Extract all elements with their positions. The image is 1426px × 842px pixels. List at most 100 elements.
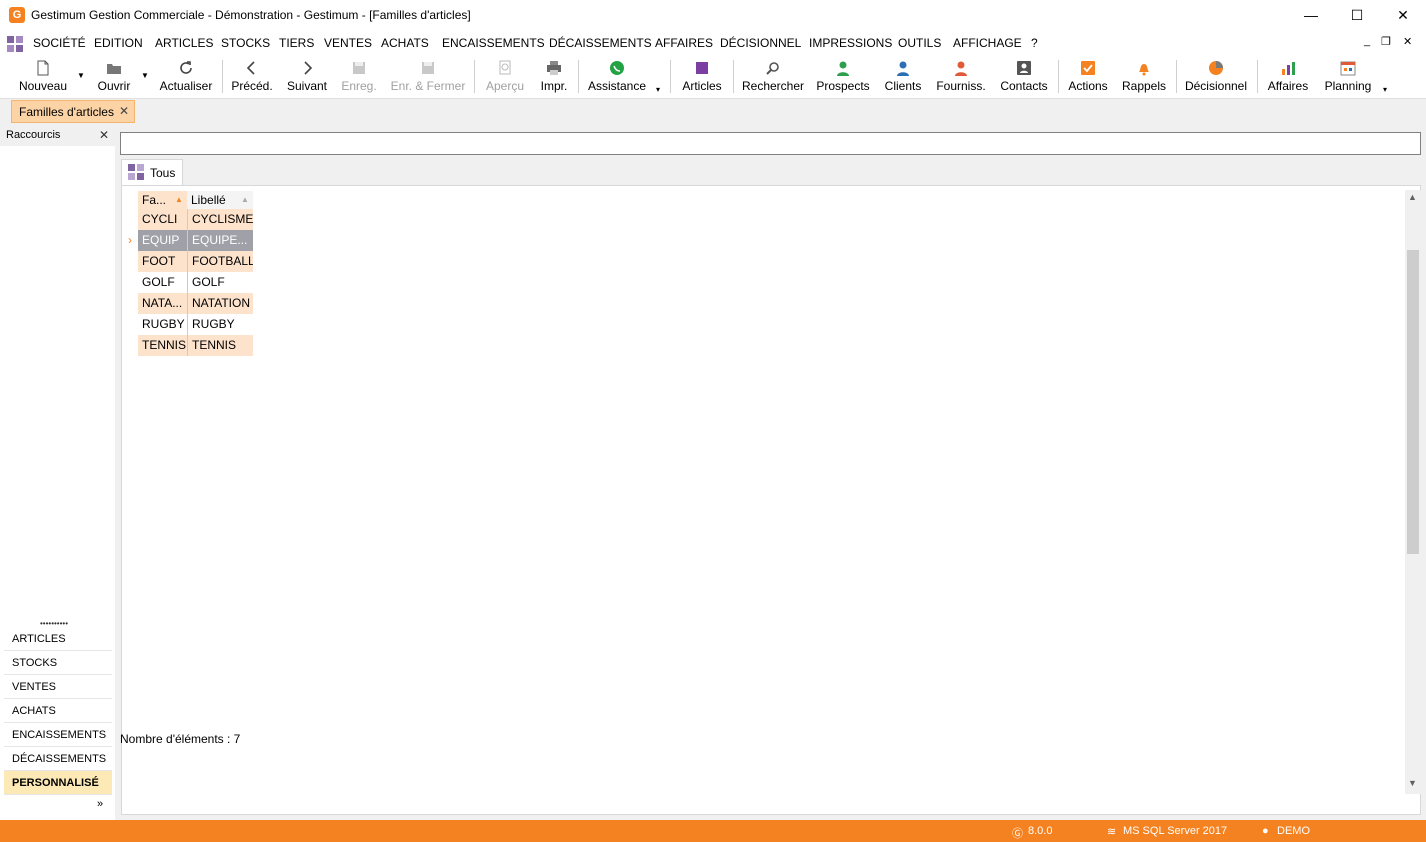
imprimer-button[interactable]: Impr. <box>534 55 574 98</box>
cell-famille[interactable]: NATA... <box>138 293 187 314</box>
menu-outils[interactable]: OUTILS <box>898 36 941 50</box>
client-person-icon <box>897 61 909 76</box>
cell-famille[interactable]: TENNIS <box>138 335 187 356</box>
document-tab-familles[interactable]: Familles d'articles ✕ <box>11 100 135 123</box>
apercu-button[interactable]: Aperçu <box>482 55 528 98</box>
column-header-famille[interactable]: Fa... ▲ <box>138 191 187 209</box>
cell-libelle[interactable]: EQUIPE... <box>187 230 253 251</box>
cell-famille[interactable]: FOOT <box>138 251 187 272</box>
menu-affichage[interactable]: AFFICHAGE <box>953 36 1022 50</box>
table-row[interactable]: RUGBY RUGBY <box>138 314 253 335</box>
current-row-indicator-icon: › <box>128 233 132 247</box>
nav-item-decaissements[interactable]: DÉCAISSEMENTS <box>4 747 112 771</box>
nouveau-dropdown-icon[interactable]: ▼ <box>77 71 85 80</box>
preview-icon <box>499 60 511 75</box>
menu-achats[interactable]: ACHATS <box>381 36 429 50</box>
nav-item-ventes[interactable]: VENTES <box>4 675 112 699</box>
menu-bar: SOCIÉTÉ EDITION ARTICLES STOCKS TIERS VE… <box>0 31 1426 55</box>
decisionnel-button[interactable]: Décisionnel <box>1182 55 1250 98</box>
assistance-button[interactable]: Assistance <box>584 55 650 98</box>
cell-libelle[interactable]: NATATION <box>187 293 253 314</box>
nav-item-achats[interactable]: ACHATS <box>4 699 112 723</box>
precedent-button[interactable]: Précéd. <box>229 55 275 98</box>
ouvrir-dropdown-icon[interactable]: ▼ <box>141 71 149 80</box>
contacts-button[interactable]: Contacts <box>996 55 1052 98</box>
scroll-down-icon[interactable]: ▼ <box>1408 778 1417 788</box>
nav-more-chevron-icon[interactable]: » <box>97 798 103 810</box>
menu-decaissements[interactable]: DÉCAISSEMENTS <box>549 36 652 50</box>
menu-tiers[interactable]: TIERS <box>279 36 314 50</box>
fournisseurs-button[interactable]: Fourniss. <box>932 55 990 98</box>
cell-famille[interactable]: CYCLI <box>138 209 187 230</box>
cell-libelle[interactable]: FOOTBALL <box>187 251 253 272</box>
menu-articles[interactable]: ARTICLES <box>155 36 213 50</box>
table-row[interactable]: FOOT FOOTBALL <box>138 251 253 272</box>
chevron-right-icon <box>304 61 313 75</box>
suivant-button[interactable]: Suivant <box>284 55 330 98</box>
column-header-libelle[interactable]: Libellé ▲ <box>187 191 253 209</box>
menu-affaires[interactable]: AFFAIRES <box>655 36 713 50</box>
table-row[interactable]: CYCLI CYCLISME <box>138 209 253 230</box>
supplier-person-icon <box>955 61 967 76</box>
rechercher-button[interactable]: Rechercher <box>740 55 806 98</box>
table-row[interactable]: TENNIS TENNIS <box>138 335 253 356</box>
app-menu-icon[interactable] <box>7 36 23 52</box>
close-tab-icon[interactable]: ✕ <box>119 104 129 118</box>
nav-item-stocks[interactable]: STOCKS <box>4 651 112 675</box>
table-row[interactable]: NATA... NATATION <box>138 293 253 314</box>
cell-famille[interactable]: EQUIP <box>138 230 187 251</box>
minimize-button[interactable]: — <box>1288 0 1334 31</box>
cell-libelle[interactable]: RUGBY <box>187 314 253 335</box>
mdi-minimize-button[interactable]: _ <box>1364 35 1370 47</box>
scroll-up-icon[interactable]: ▲ <box>1408 192 1417 202</box>
maximize-button[interactable]: ☐ <box>1334 0 1380 31</box>
cell-famille[interactable]: GOLF <box>138 272 187 293</box>
vertical-scrollbar[interactable]: ▲ ▼ <box>1405 190 1421 794</box>
menu-ventes[interactable]: VENTES <box>324 36 372 50</box>
mdi-restore-button[interactable]: ❐ <box>1381 35 1391 48</box>
toolbar-separator <box>1176 60 1177 93</box>
mdi-close-button[interactable]: ✕ <box>1403 35 1412 48</box>
nouveau-button[interactable]: Nouveau <box>12 55 74 98</box>
chevron-left-icon <box>246 61 255 75</box>
prospects-button[interactable]: Prospects <box>814 55 872 98</box>
toolbar-separator <box>733 60 734 93</box>
version-label: 8.0.0 <box>1028 825 1053 837</box>
table-row[interactable]: EQUIP EQUIPE... <box>138 230 253 251</box>
toolbar-overflow-icon[interactable]: ▾ <box>656 85 660 94</box>
clients-button[interactable]: Clients <box>880 55 926 98</box>
nav-item-articles[interactable]: ARTICLES <box>4 627 112 651</box>
enregistrer-fermer-button[interactable]: Enr. & Fermer <box>388 55 468 98</box>
actions-button[interactable]: Actions <box>1064 55 1112 98</box>
menu-help[interactable]: ? <box>1031 36 1038 50</box>
nav-item-encaissements[interactable]: ENCAISSEMENTS <box>4 723 112 747</box>
window-title: Gestimum Gestion Commerciale - Démonstra… <box>31 8 471 22</box>
enregistrer-button[interactable]: Enreg. <box>338 55 380 98</box>
menu-encaissements[interactable]: ENCAISSEMENTS <box>442 36 545 50</box>
cell-libelle[interactable]: GOLF <box>187 272 253 293</box>
toolbar-overflow-icon[interactable]: ▾ <box>1383 85 1387 94</box>
menu-edition[interactable]: EDITION <box>94 36 143 50</box>
rappels-button[interactable]: Rappels <box>1120 55 1168 98</box>
affaires-button[interactable]: Affaires <box>1264 55 1312 98</box>
sort-ascending-icon: ▲ <box>175 195 183 204</box>
menu-stocks[interactable]: STOCKS <box>221 36 270 50</box>
close-button[interactable]: ✕ <box>1380 0 1426 31</box>
pie-chart-icon <box>1209 61 1223 75</box>
ouvrir-button[interactable]: Ouvrir <box>90 55 138 98</box>
table-row[interactable]: GOLF GOLF <box>138 272 253 293</box>
scrollbar-thumb[interactable] <box>1407 250 1419 554</box>
cell-libelle[interactable]: CYCLISME <box>187 209 253 230</box>
menu-impressions[interactable]: IMPRESSIONS <box>809 36 892 50</box>
cell-famille[interactable]: RUGBY <box>138 314 187 335</box>
menu-societe[interactable]: SOCIÉTÉ <box>33 36 86 50</box>
planning-button[interactable]: Planning <box>1320 55 1376 98</box>
nav-item-personnalise[interactable]: PERSONNALISÉ <box>4 771 112 795</box>
search-input[interactable] <box>120 132 1421 155</box>
actualiser-button[interactable]: Actualiser <box>157 55 215 98</box>
menu-decisionnel[interactable]: DÉCISIONNEL <box>720 36 801 50</box>
cell-libelle[interactable]: TENNIS <box>187 335 253 356</box>
close-panel-icon[interactable]: ✕ <box>99 128 109 142</box>
articles-button[interactable]: Articles <box>678 55 726 98</box>
tab-tous[interactable]: Tous <box>121 159 183 185</box>
